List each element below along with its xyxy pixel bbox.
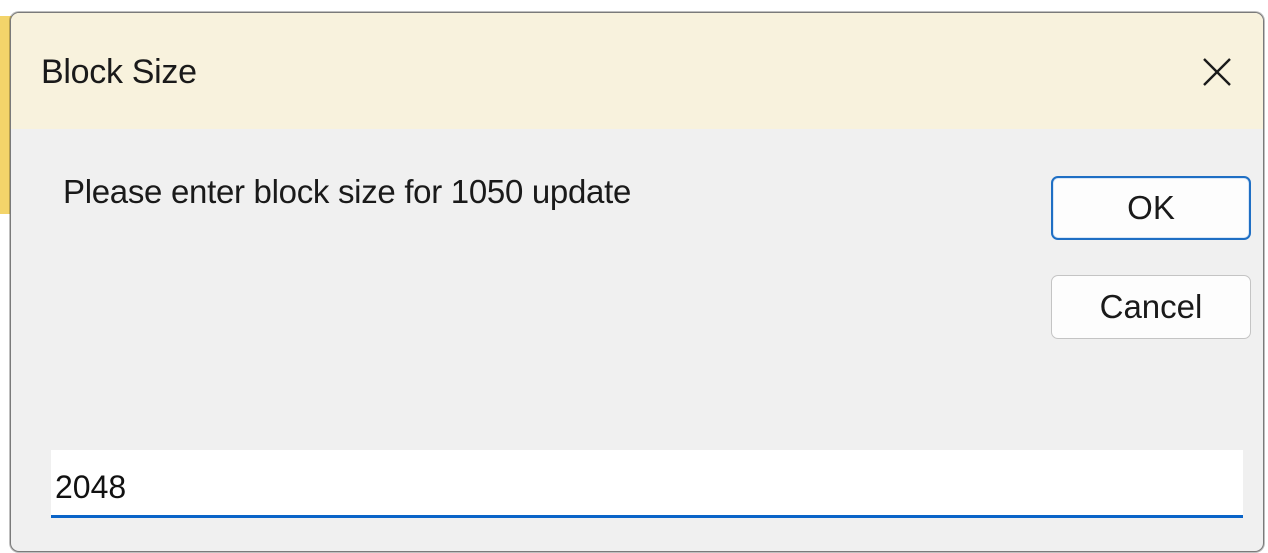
ok-button[interactable]: OK (1051, 176, 1251, 240)
block-size-input[interactable] (51, 450, 1243, 518)
close-button[interactable] (1189, 47, 1245, 97)
screen: Block Size Please enter block size for 1… (0, 0, 1268, 553)
close-icon (1203, 58, 1231, 86)
block-size-dialog: Block Size Please enter block size for 1… (10, 12, 1264, 552)
cancel-button[interactable]: Cancel (1051, 275, 1251, 339)
dialog-titlebar: Block Size (11, 13, 1263, 129)
prompt-text: Please enter block size for 1050 update (63, 173, 632, 210)
dialog-title: Block Size (41, 53, 197, 91)
